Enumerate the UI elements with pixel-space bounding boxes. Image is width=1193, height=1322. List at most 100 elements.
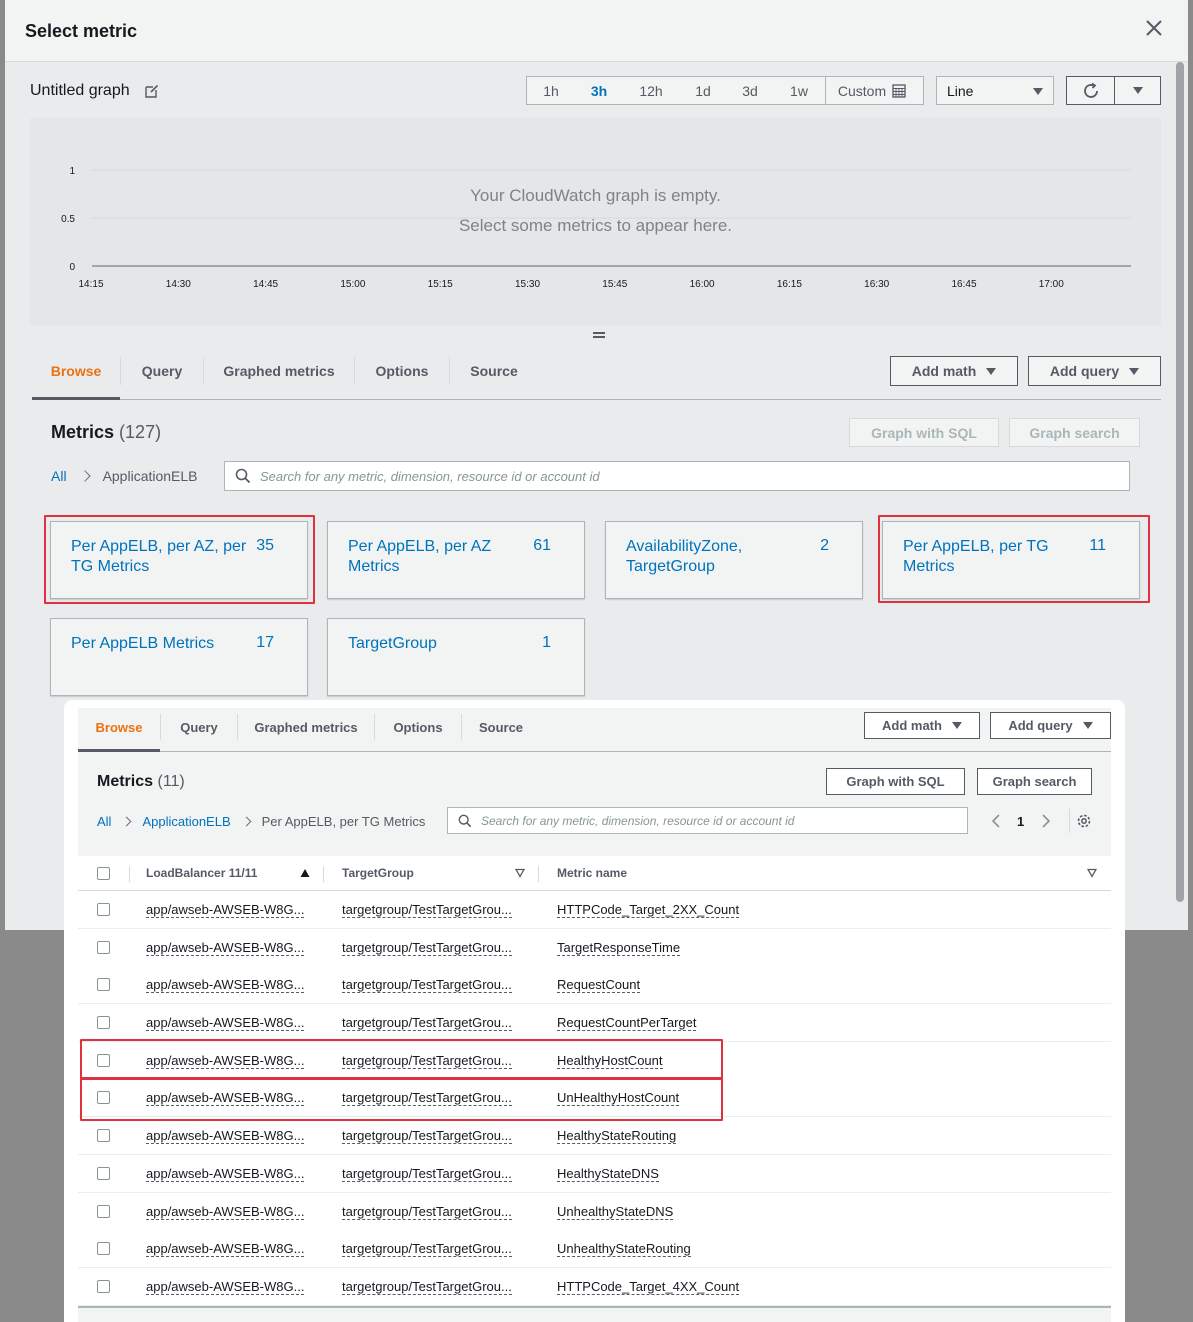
metric-name-cell[interactable]: UnhealthyStateRouting <box>557 1241 691 1257</box>
graph-search-button[interactable]: Graph search <box>1009 418 1140 447</box>
refresh-options-button[interactable] <box>1115 77 1160 104</box>
loadbalancer-cell[interactable]: app/awseb-AWSEB-W8G... <box>146 1279 305 1295</box>
metric-name-cell[interactable]: TargetResponseTime <box>557 940 681 956</box>
graph-with-sql-button[interactable]: Graph with SQL <box>826 768 965 795</box>
tab-source[interactable]: Source <box>462 720 540 735</box>
range-3h[interactable]: 3h <box>575 83 623 99</box>
sort-icon[interactable] <box>1087 868 1097 878</box>
add-math-button[interactable]: Add math <box>864 712 980 739</box>
table-row[interactable]: app/awseb-AWSEB-W8G... targetgroup/TestTa… <box>78 891 1111 929</box>
add-query-button[interactable]: Add query <box>990 712 1111 739</box>
loadbalancer-cell[interactable]: app/awseb-AWSEB-W8G... <box>146 902 305 918</box>
targetgroup-cell[interactable]: targetgroup/TestTargetGrou... <box>342 902 512 918</box>
sort-icon[interactable] <box>515 868 525 878</box>
loadbalancer-cell[interactable]: app/awseb-AWSEB-W8G... <box>146 940 305 956</box>
graph-title[interactable]: Untitled graph <box>30 82 130 100</box>
range-3d[interactable]: 3d <box>727 83 773 99</box>
metric-name-cell[interactable]: RequestCount <box>557 977 641 993</box>
metric-name-cell[interactable]: UnhealthyStateDNS <box>557 1204 674 1220</box>
row-checkbox[interactable] <box>97 903 110 916</box>
column-targetgroup[interactable]: TargetGroup <box>342 866 414 880</box>
tab-query[interactable]: Query <box>121 363 203 379</box>
modal-scrollbar[interactable] <box>1176 62 1184 902</box>
metric-name-cell[interactable]: HealthyStateRouting <box>557 1128 677 1144</box>
row-checkbox[interactable] <box>97 1016 110 1029</box>
metric-name-cell[interactable]: HTTPCode_Target_4XX_Count <box>557 1279 740 1295</box>
namespace-card[interactable]: Per AppELB, per AZ Metrics 61 <box>327 521 585 599</box>
tab-options[interactable]: Options <box>375 720 461 735</box>
namespace-card[interactable]: TargetGroup 1 <box>327 618 585 696</box>
targetgroup-cell[interactable]: targetgroup/TestTargetGrou... <box>342 1204 512 1220</box>
loadbalancer-cell[interactable]: app/awseb-AWSEB-W8G... <box>146 1015 305 1031</box>
table-row[interactable]: app/awseb-AWSEB-W8G... targetgroup/TestTa… <box>78 1193 1111 1231</box>
chevron-left-icon[interactable] <box>991 814 1001 828</box>
range-1w[interactable]: 1w <box>773 83 825 99</box>
table-row[interactable]: app/awseb-AWSEB-W8G... targetgroup/TestTa… <box>78 966 1111 1004</box>
targetgroup-cell[interactable]: targetgroup/TestTargetGrou... <box>342 1166 512 1182</box>
metric-name-cell[interactable]: HTTPCode_Target_2XX_Count <box>557 902 740 918</box>
add-query-button[interactable]: Add query <box>1028 356 1161 386</box>
select-all-checkbox[interactable] <box>97 867 110 880</box>
breadcrumb-all[interactable]: All <box>51 468 67 484</box>
resize-handle[interactable] <box>593 332 605 338</box>
sort-asc-icon[interactable] <box>300 868 310 878</box>
gear-icon[interactable] <box>1076 813 1092 829</box>
column-metric-name[interactable]: Metric name <box>557 866 627 880</box>
edit-icon[interactable] <box>145 84 159 98</box>
loadbalancer-cell[interactable]: app/awseb-AWSEB-W8G... <box>146 1241 305 1257</box>
breadcrumb-namespace[interactable]: ApplicationELB <box>142 814 230 829</box>
close-icon[interactable] <box>1142 16 1166 40</box>
metrics-heading: Metrics (127) <box>51 422 161 443</box>
targetgroup-cell[interactable]: targetgroup/TestTargetGrou... <box>342 940 512 956</box>
targetgroup-cell[interactable]: targetgroup/TestTargetGrou... <box>342 1279 512 1295</box>
tab-browse[interactable]: Browse <box>32 363 120 379</box>
row-checkbox[interactable] <box>97 978 110 991</box>
loadbalancer-cell[interactable]: app/awseb-AWSEB-W8G... <box>146 1128 305 1144</box>
tab-options[interactable]: Options <box>355 363 449 379</box>
tab-graphed-metrics[interactable]: Graphed metrics <box>204 363 354 379</box>
namespace-card[interactable]: AvailabilityZone, TargetGroup 2 <box>605 521 863 599</box>
tab-browse[interactable]: Browse <box>78 720 160 735</box>
targetgroup-cell[interactable]: targetgroup/TestTargetGrou... <box>342 1241 512 1257</box>
targetgroup-cell[interactable]: targetgroup/TestTargetGrou... <box>342 1128 512 1144</box>
table-row[interactable]: app/awseb-AWSEB-W8G... targetgroup/TestTa… <box>78 1230 1111 1268</box>
row-checkbox[interactable] <box>97 1129 110 1142</box>
namespace-card[interactable]: Per AppELB Metrics 17 <box>50 618 308 696</box>
column-loadbalancer[interactable]: LoadBalancer 11/11 <box>146 866 257 880</box>
row-checkbox[interactable] <box>97 1167 110 1180</box>
targetgroup-cell[interactable]: targetgroup/TestTargetGrou... <box>342 1015 512 1031</box>
add-math-button[interactable]: Add math <box>890 356 1018 386</box>
loadbalancer-cell[interactable]: app/awseb-AWSEB-W8G... <box>146 1166 305 1182</box>
table-row[interactable]: app/awseb-AWSEB-W8G... targetgroup/TestTa… <box>78 1155 1111 1193</box>
range-1h[interactable]: 1h <box>527 83 575 99</box>
breadcrumb-all[interactable]: All <box>97 814 111 829</box>
page-number[interactable]: 1 <box>1017 814 1024 829</box>
graph-type-select[interactable]: Line <box>936 76 1054 105</box>
chevron-right-icon[interactable] <box>1041 814 1051 828</box>
graph-with-sql-button[interactable]: Graph with SQL <box>849 418 999 447</box>
tab-graphed-metrics[interactable]: Graphed metrics <box>238 720 374 735</box>
metric-search-input[interactable]: Search for any metric, dimension, resour… <box>447 807 968 834</box>
targetgroup-cell[interactable]: targetgroup/TestTargetGrou... <box>342 977 512 993</box>
row-checkbox[interactable] <box>97 1205 110 1218</box>
range-custom[interactable]: Custom <box>826 83 918 99</box>
table-row[interactable]: app/awseb-AWSEB-W8G... targetgroup/TestTa… <box>78 1004 1111 1042</box>
row-checkbox[interactable] <box>97 1242 110 1255</box>
graph-search-button[interactable]: Graph search <box>977 768 1092 795</box>
tab-source[interactable]: Source <box>450 363 538 379</box>
tab-query[interactable]: Query <box>161 720 237 735</box>
refresh-button[interactable] <box>1067 77 1115 104</box>
table-row[interactable]: app/awseb-AWSEB-W8G... targetgroup/TestTa… <box>78 1117 1111 1155</box>
x-tick-label: 15:15 <box>428 279 453 290</box>
metric-search-input[interactable]: Search for any metric, dimension, resour… <box>224 461 1130 491</box>
loadbalancer-cell[interactable]: app/awseb-AWSEB-W8G... <box>146 1204 305 1220</box>
range-12h[interactable]: 12h <box>623 83 679 99</box>
metric-name-cell[interactable]: RequestCountPerTarget <box>557 1015 697 1031</box>
table-row[interactable]: app/awseb-AWSEB-W8G... targetgroup/TestTa… <box>78 1268 1111 1306</box>
range-1d[interactable]: 1d <box>679 83 727 99</box>
row-checkbox[interactable] <box>97 941 110 954</box>
metric-name-cell[interactable]: HealthyStateDNS <box>557 1166 659 1182</box>
row-checkbox[interactable] <box>97 1280 110 1293</box>
loadbalancer-cell[interactable]: app/awseb-AWSEB-W8G... <box>146 977 305 993</box>
table-row[interactable]: app/awseb-AWSEB-W8G... targetgroup/TestTa… <box>78 929 1111 967</box>
